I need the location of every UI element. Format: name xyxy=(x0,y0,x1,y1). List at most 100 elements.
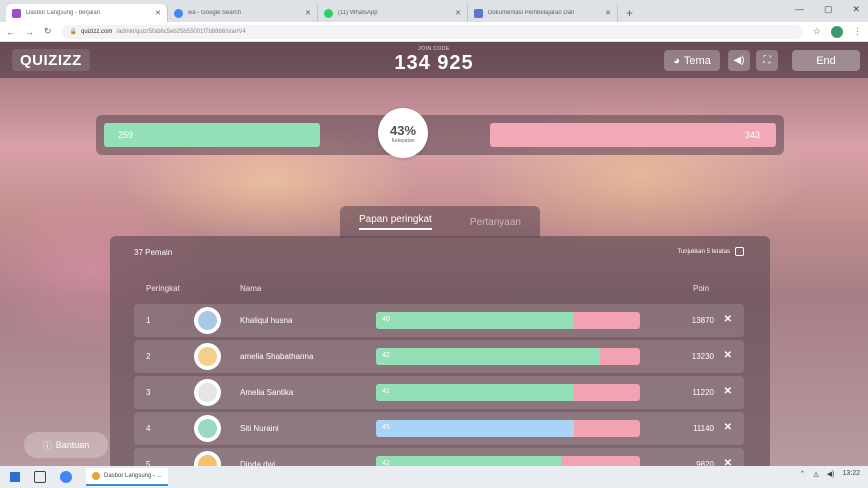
browser-tab[interactable]: Dokumentasi Pembelajaran Dari ✕ xyxy=(468,4,618,22)
sound-button[interactable]: ◀) xyxy=(728,50,750,71)
reload-icon[interactable]: ↻ xyxy=(44,26,52,37)
windows-start-icon[interactable] xyxy=(10,472,20,482)
avatar-image xyxy=(198,455,217,466)
avatar-image xyxy=(198,311,217,330)
progress-fill xyxy=(376,384,574,401)
tray-up-icon[interactable]: ⌃ xyxy=(799,470,805,478)
row-points: 13230 xyxy=(691,352,714,361)
docs-favicon-icon xyxy=(474,8,483,18)
tab-title: wa - Google Search xyxy=(188,10,242,16)
show-top5-checkbox[interactable] xyxy=(735,247,744,256)
row-name: Khaliqul husna xyxy=(240,316,293,325)
browser-tab[interactable]: (11) WhatsApp ✕ xyxy=(318,4,468,22)
close-tab-icon[interactable]: ✕ xyxy=(155,9,161,17)
row-rank: 2 xyxy=(146,352,151,361)
tab-questions[interactable]: Pertanyaan xyxy=(470,217,521,228)
remove-player-icon[interactable]: ✕ xyxy=(724,350,732,361)
quizizz-favicon-icon xyxy=(12,8,21,18)
speaker-icon: ◀) xyxy=(733,55,745,66)
column-header-points: Poin xyxy=(693,284,710,293)
taskbar-app-label: Dasbor Langsung - ... xyxy=(104,473,162,479)
row-rank: 1 xyxy=(146,316,151,325)
minimize-icon[interactable]: — xyxy=(795,4,804,15)
row-rank: 3 xyxy=(146,388,151,397)
task-view-icon[interactable] xyxy=(34,471,46,483)
close-tab-icon[interactable]: ✕ xyxy=(455,9,461,17)
address-bar-row: ← → ↻ 🔒 quizizz.com/admin/quiz/5fab6c5eb… xyxy=(0,22,868,42)
avatar xyxy=(194,379,221,406)
remove-player-icon[interactable]: ✕ xyxy=(724,458,732,466)
whatsapp-favicon-icon xyxy=(324,8,333,18)
lock-icon: 🔒 xyxy=(69,29,78,35)
tab-title: Dokumentasi Pembelajaran Dari xyxy=(488,10,575,16)
show-top5-label: Tunjukkan 5 teratas xyxy=(677,248,730,255)
avatar xyxy=(194,451,221,466)
avatar xyxy=(194,307,221,334)
theme-button[interactable]: ◕ Tema xyxy=(664,50,720,71)
tab-leaderboard[interactable]: Papan peringkat xyxy=(359,214,432,230)
browser-tab-strip: Dasbor Langsung - berjalan ✕ wa - Google… xyxy=(0,0,868,22)
accuracy-bar: 259 343 xyxy=(96,115,784,155)
remove-player-icon[interactable]: ✕ xyxy=(724,386,732,397)
help-button[interactable]: ⓘ Bantuan xyxy=(24,432,108,458)
live-dashboard: QUIZIZZ JOIN CODE 134 925 ◕ Tema ◀) ⛶ En… xyxy=(0,42,868,466)
correct-count: 259 xyxy=(104,123,320,147)
url-host: quizizz.com xyxy=(81,28,113,35)
chrome-icon[interactable] xyxy=(60,471,72,483)
column-header-rank: Peringkat xyxy=(146,284,180,293)
fullscreen-button[interactable]: ⛶ xyxy=(756,50,778,71)
browser-menu-icon[interactable]: ⋮ xyxy=(853,26,862,37)
remove-player-icon[interactable]: ✕ xyxy=(724,422,732,433)
player-count: 37 Pemain xyxy=(134,248,173,257)
avatar xyxy=(194,415,221,442)
table-row[interactable]: 1 Khaliqul husna 40 13870 ✕ xyxy=(134,304,744,337)
theme-label: Tema xyxy=(683,54,711,67)
accuracy-percent: 43% xyxy=(389,122,417,138)
fullscreen-icon: ⛶ xyxy=(763,55,771,66)
clock[interactable]: 13:22 xyxy=(842,470,860,478)
url-field[interactable]: 🔒 quizizz.com/admin/quiz/5fab6c5eb25b550… xyxy=(61,24,803,39)
leaderboard-panel: 37 Pemain Tunjukkan 5 teratas Peringkat … xyxy=(110,236,770,466)
accuracy-label: Ketepatan xyxy=(391,137,415,144)
remove-player-icon[interactable]: ✕ xyxy=(724,314,732,325)
bookmark-star-icon[interactable]: ☆ xyxy=(813,26,821,37)
avatar-image xyxy=(198,383,217,402)
tab-title: Dasbor Langsung - berjalan xyxy=(26,10,101,16)
accuracy-progress-bar: 42 xyxy=(376,456,640,466)
close-tab-icon[interactable]: ✕ xyxy=(305,9,311,17)
table-row[interactable]: 2 amelia Shabathanna 42 13230 ✕ xyxy=(134,340,744,373)
progress-fill xyxy=(376,456,561,466)
row-name: amelia Shabathanna xyxy=(240,352,314,361)
progress-label: 41 xyxy=(382,388,390,395)
table-row[interactable]: 4 Siti Nuraini 45 11140 ✕ xyxy=(134,412,744,445)
profile-avatar-icon[interactable] xyxy=(831,25,843,38)
browser-tab[interactable]: wa - Google Search ✕ xyxy=(168,4,318,22)
new-tab-button[interactable]: + xyxy=(618,4,641,22)
browser-tab[interactable]: Dasbor Langsung - berjalan ✕ xyxy=(6,4,168,22)
table-row[interactable]: 5 Dinda dwi 42 9820 ✕ xyxy=(134,448,744,466)
row-points: 13870 xyxy=(691,316,714,325)
close-window-icon[interactable]: ✕ xyxy=(852,4,860,15)
avatar-image xyxy=(198,347,217,366)
maximize-icon[interactable]: ▢ xyxy=(824,4,833,15)
progress-label: 42 xyxy=(382,352,390,359)
back-icon[interactable]: ← xyxy=(6,27,15,37)
show-top5-toggle[interactable]: Tunjukkan 5 teratas xyxy=(678,247,744,256)
network-icon[interactable]: ◬ xyxy=(813,470,818,478)
row-name: Siti Nuraini xyxy=(240,424,279,433)
incorrect-count: 343 xyxy=(490,123,776,147)
close-tab-icon[interactable]: ✕ xyxy=(605,9,611,17)
question-icon: ⓘ xyxy=(42,440,52,451)
url-path: /admin/quiz/5fab6c5eb25b55001f7b88b6/sta… xyxy=(116,28,246,35)
help-label: Bantuan xyxy=(55,440,90,450)
end-button[interactable]: End xyxy=(792,50,860,71)
tab-title: (11) WhatsApp xyxy=(338,10,378,16)
palette-icon: ◕ xyxy=(673,54,680,67)
row-rank: 4 xyxy=(146,424,151,433)
forward-icon[interactable]: → xyxy=(25,27,34,37)
table-row[interactable]: 3 Amelia Santika 41 11220 ✕ xyxy=(134,376,744,409)
progress-label: 45 xyxy=(382,424,390,431)
row-points: 11220 xyxy=(692,388,714,397)
taskbar-app-chrome[interactable]: Dasbor Langsung - ... xyxy=(86,468,168,486)
volume-icon[interactable]: ◀) xyxy=(827,470,835,478)
